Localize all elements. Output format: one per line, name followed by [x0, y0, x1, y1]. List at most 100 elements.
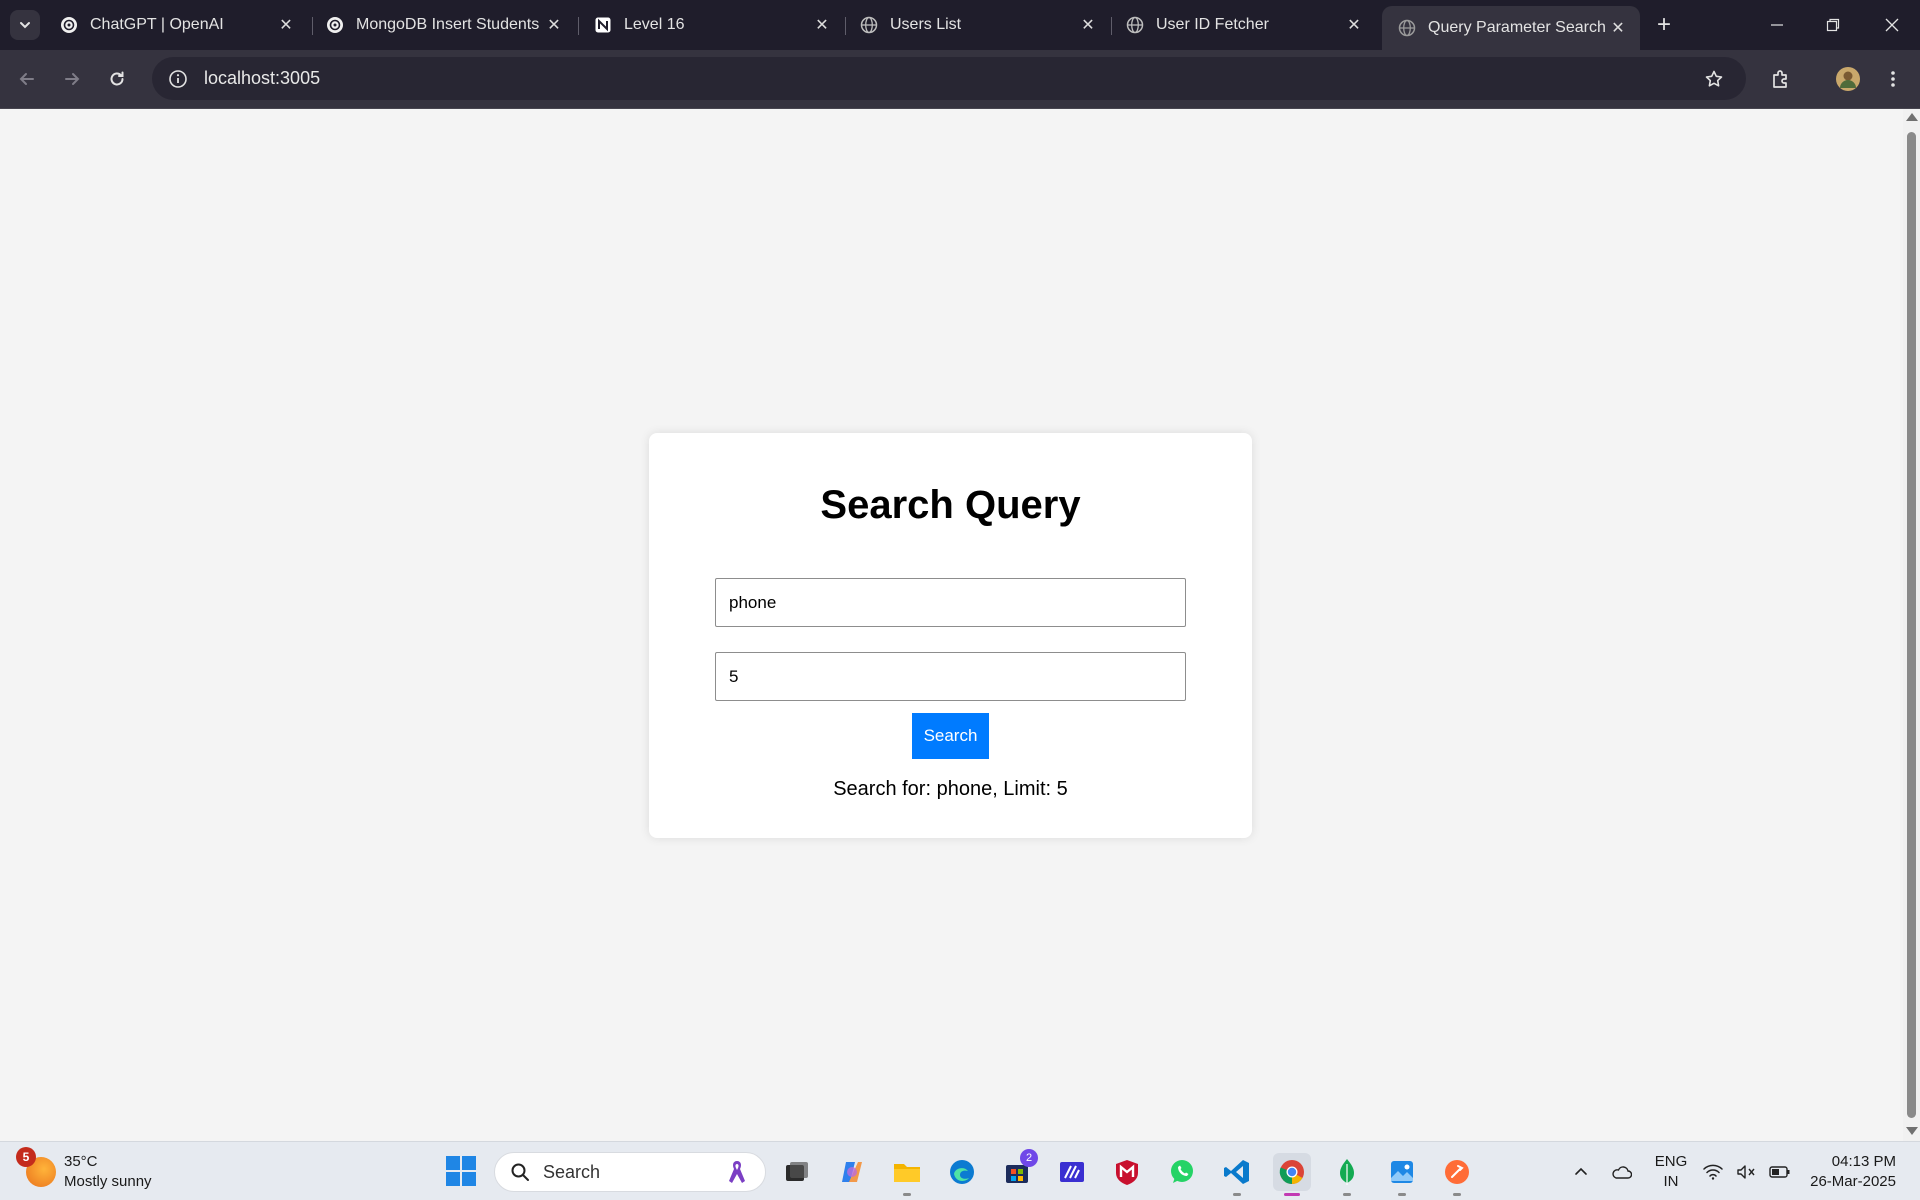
- running-indicator: [903, 1193, 911, 1196]
- limit-input[interactable]: [715, 652, 1186, 701]
- store-badge: 2: [1020, 1149, 1038, 1167]
- globe-icon: [1126, 16, 1144, 34]
- tab-users-list[interactable]: Users List ✕: [844, 8, 1110, 42]
- file-explorer-button[interactable]: [888, 1153, 926, 1196]
- volume-muted-icon: [1737, 1165, 1755, 1179]
- onedrive-button[interactable]: [1602, 1153, 1640, 1191]
- query-input[interactable]: [715, 578, 1186, 627]
- tab-title: Users List: [890, 16, 962, 33]
- browser-toolbar: localhost:3005: [0, 50, 1920, 109]
- profile-avatar[interactable]: [1833, 64, 1863, 94]
- arrow-right-icon: [65, 73, 80, 85]
- clock-time: 04:13 PM: [1831, 1153, 1896, 1170]
- close-window-button[interactable]: [1872, 8, 1912, 42]
- forward-button[interactable]: [57, 64, 87, 94]
- address-bar[interactable]: localhost:3005: [152, 57, 1746, 100]
- start-button[interactable]: [446, 1156, 476, 1186]
- close-icon[interactable]: ✕: [1076, 13, 1100, 37]
- microsoft-store-button[interactable]: 2: [998, 1149, 1038, 1191]
- notion-icon: [594, 16, 612, 34]
- quick-settings-button[interactable]: [1697, 1153, 1797, 1191]
- scroll-up-arrow-icon[interactable]: [1906, 113, 1918, 121]
- windows-taskbar: 5 35°C Mostly sunny Search 2 ENG IN 04:1…: [0, 1141, 1920, 1200]
- restore-icon: [1826, 18, 1840, 32]
- running-indicator: [1398, 1193, 1406, 1196]
- restore-button[interactable]: [1813, 8, 1853, 42]
- extensions-button[interactable]: [1766, 64, 1796, 94]
- language-code: ENG: [1654, 1153, 1688, 1170]
- vscode-icon: [1224, 1160, 1249, 1184]
- close-icon: [1885, 18, 1899, 32]
- scroll-thumb[interactable]: [1907, 132, 1916, 1118]
- battery-icon: [1768, 1166, 1790, 1178]
- tab-mongodb-insert[interactable]: MongoDB Insert Students ✕: [310, 8, 576, 42]
- bookmark-star-icon[interactable]: [1702, 67, 1726, 91]
- close-icon[interactable]: ✕: [274, 13, 298, 37]
- windows-logo-pane: [462, 1156, 476, 1170]
- browser-menu-button[interactable]: [1878, 64, 1908, 94]
- mongodb-leaf-icon: [1340, 1159, 1354, 1185]
- whatsapp-button[interactable]: [1163, 1153, 1201, 1191]
- site-info-icon[interactable]: [166, 67, 190, 91]
- chrome-button[interactable]: [1273, 1153, 1311, 1196]
- mcafee-button[interactable]: [1108, 1153, 1146, 1191]
- search-result-text: Search for: phone, Limit: 5: [833, 778, 1068, 800]
- cloud-icon: [1612, 1166, 1632, 1179]
- edge-icon: [950, 1160, 974, 1184]
- copilot-button[interactable]: [833, 1153, 871, 1191]
- tab-search-button[interactable]: [10, 10, 40, 40]
- windows-logo-pane: [446, 1172, 460, 1186]
- chrome-icon: [1279, 1160, 1304, 1184]
- input-language[interactable]: ENG IN: [1652, 1152, 1690, 1192]
- weather-desc: Mostly sunny: [64, 1173, 152, 1190]
- show-hidden-icons-button[interactable]: [1562, 1153, 1600, 1191]
- tab-title: User ID Fetcher: [1156, 16, 1269, 33]
- running-indicator: [1233, 1193, 1241, 1196]
- taskbar-search[interactable]: Search: [494, 1152, 766, 1192]
- openai-icon: [326, 16, 344, 34]
- vscode-button[interactable]: [1218, 1153, 1256, 1196]
- reload-button[interactable]: [102, 64, 132, 94]
- search-button[interactable]: Search: [912, 713, 989, 759]
- tab-level-16[interactable]: Level 16 ✕: [578, 8, 844, 42]
- scroll-down-arrow-icon[interactable]: [1906, 1127, 1918, 1135]
- openai-icon: [60, 16, 78, 34]
- task-view-button[interactable]: [778, 1153, 816, 1191]
- tab-chatgpt[interactable]: ChatGPT | OpenAI ✕: [44, 8, 308, 42]
- tab-query-parameter-search[interactable]: Query Parameter Search ✕: [1382, 6, 1640, 50]
- close-icon[interactable]: ✕: [1342, 13, 1366, 37]
- media-app-button[interactable]: [1053, 1153, 1091, 1191]
- mongodb-compass-button[interactable]: [1328, 1153, 1366, 1196]
- edge-button[interactable]: [943, 1153, 981, 1191]
- postman-button[interactable]: [1438, 1153, 1476, 1196]
- globe-icon: [1398, 19, 1416, 37]
- globe-icon: [860, 16, 878, 34]
- notification-badge: 5: [16, 1147, 36, 1167]
- windows-logo-icon: [446, 1156, 460, 1170]
- copilot-icon: [842, 1162, 862, 1182]
- system-clock[interactable]: 04:13 PM 26-Mar-2025: [1800, 1152, 1896, 1192]
- close-icon[interactable]: ✕: [542, 13, 566, 37]
- whatsapp-icon: [1171, 1160, 1193, 1183]
- sun-icon: 5: [16, 1147, 56, 1187]
- url-text[interactable]: localhost:3005: [204, 68, 1702, 89]
- avatar-icon: [1836, 67, 1860, 91]
- page-title: Search Query: [820, 483, 1081, 527]
- new-tab-button[interactable]: +: [1650, 11, 1678, 39]
- close-icon[interactable]: ✕: [1606, 16, 1630, 40]
- mcafee-shield-icon: [1116, 1160, 1138, 1185]
- page-scrollbar[interactable]: [1903, 109, 1920, 1141]
- back-button[interactable]: [12, 64, 42, 94]
- postman-icon: [1445, 1160, 1469, 1184]
- weather-widget[interactable]: 5 35°C Mostly sunny: [16, 1147, 152, 1194]
- tab-title: Level 16: [624, 16, 685, 33]
- clock-date: 26-Mar-2025: [1810, 1173, 1896, 1190]
- tab-user-id-fetcher[interactable]: User ID Fetcher ✕: [1110, 8, 1376, 42]
- photos-icon: [1391, 1161, 1413, 1183]
- more-vertical-icon: [1891, 71, 1895, 87]
- wifi-icon: [1703, 1164, 1724, 1180]
- close-icon[interactable]: ✕: [810, 13, 834, 37]
- minimize-button[interactable]: [1757, 8, 1797, 42]
- photos-button[interactable]: [1383, 1153, 1421, 1196]
- arrow-left-icon: [19, 73, 34, 85]
